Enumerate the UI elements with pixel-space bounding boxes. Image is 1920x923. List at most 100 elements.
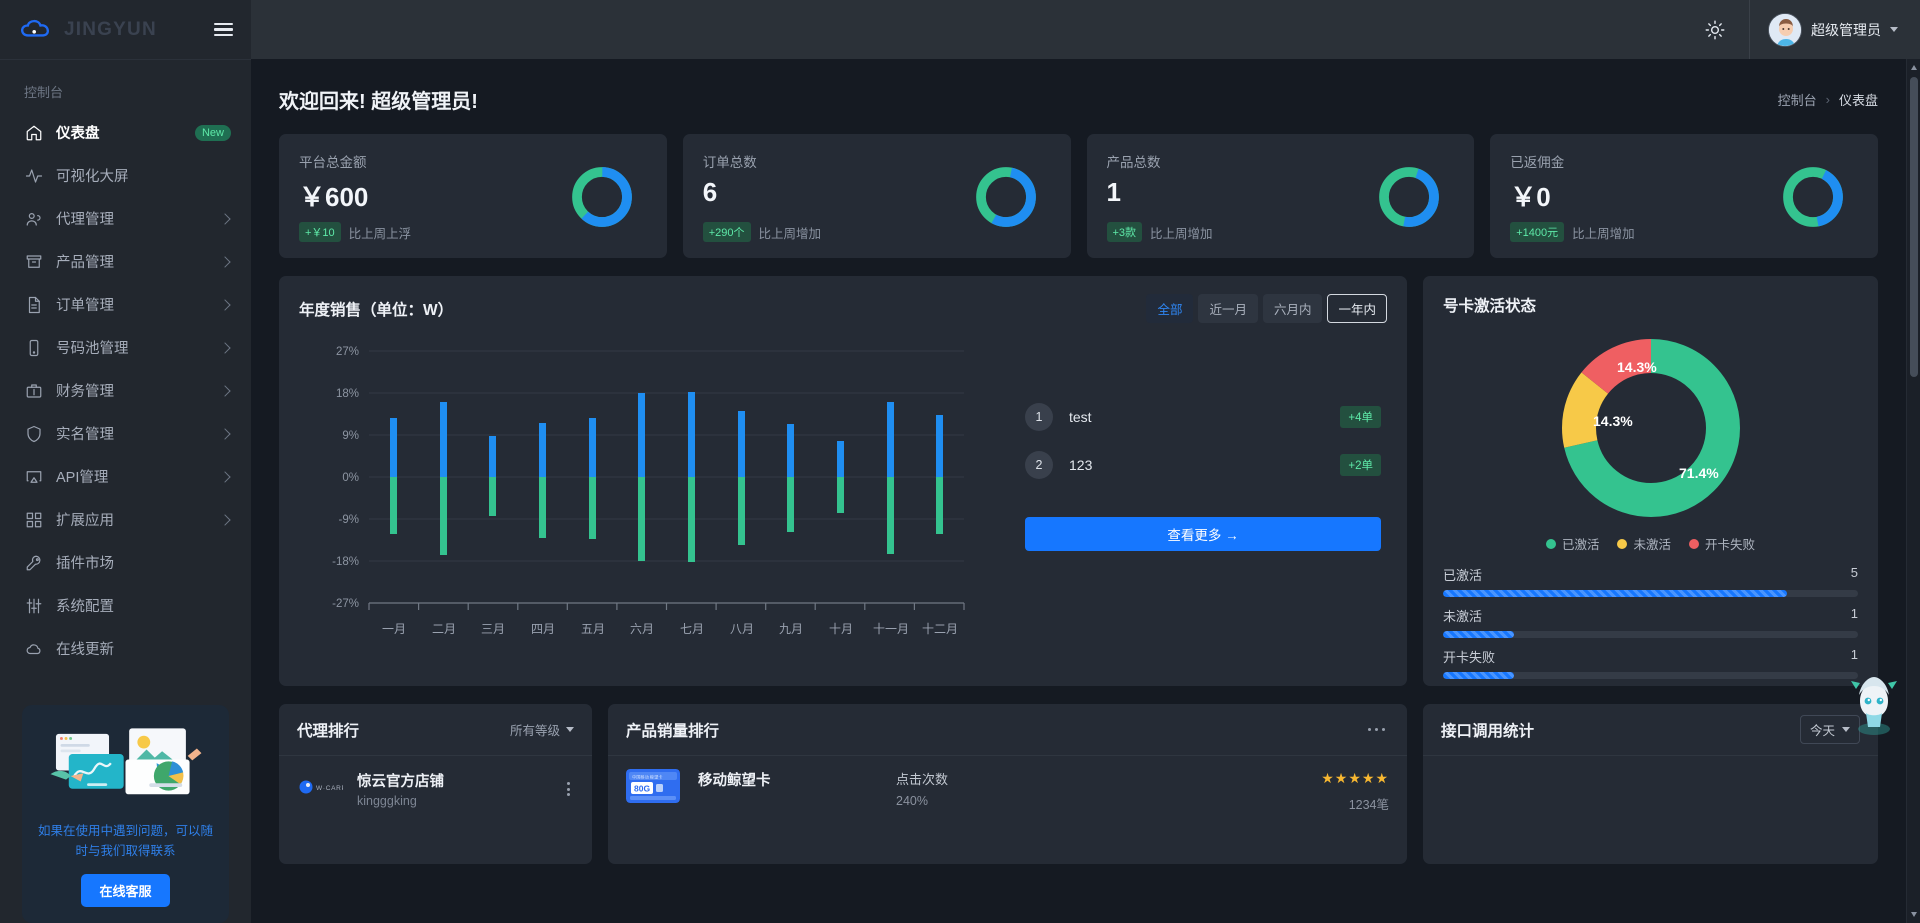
sidebar-item-product-management[interactable]: 产品管理 xyxy=(0,240,251,283)
stat-cards: 平台总金额 ￥600 +￥10 比上周上浮 订单总数 6 +290个 比上周增加… xyxy=(279,134,1878,258)
legend-item-activated[interactable]: 已激活 xyxy=(1545,534,1600,553)
svg-text:27%: 27% xyxy=(336,346,359,358)
panel-title: 号卡激活状态 xyxy=(1443,298,1537,315)
user-name: 超级管理员 xyxy=(1811,21,1881,38)
progress-count: 5 xyxy=(1850,565,1858,580)
rank-number: 1 xyxy=(1025,403,1053,431)
grid-icon xyxy=(24,510,43,529)
brand-logo-icon xyxy=(21,19,49,37)
svg-text:九月: 九月 xyxy=(779,622,803,636)
agent-level-filter[interactable]: 所有等级 xyxy=(510,720,574,739)
sidebar-item-plugin-market[interactable]: 插件市场 xyxy=(0,541,251,584)
more-options-icon[interactable] xyxy=(1364,724,1390,736)
panel-title: 代理排行 xyxy=(297,722,360,740)
stat-value: ￥600 xyxy=(299,182,369,212)
online-support-button[interactable]: 在线客服 xyxy=(81,874,170,907)
scrollbar-thumb[interactable] xyxy=(1910,77,1918,377)
sidebar-item-order-management[interactable]: 订单管理 xyxy=(0,283,251,326)
stat-note: 比上周增加 xyxy=(1572,226,1635,241)
logo-row: JINGYUN xyxy=(0,0,251,60)
sidebar-collapse-button[interactable] xyxy=(214,22,233,37)
chevron-right-icon xyxy=(219,513,231,526)
stat-note: 比上周上浮 xyxy=(348,226,412,241)
annual-sales-bar-chart: 27% 18% 9% 0% -9% -18% -27% 一月 二月 三月 四月 … xyxy=(299,333,999,685)
panel-title: 产品销量排行 xyxy=(626,722,720,740)
progress-track xyxy=(1443,672,1858,679)
mascot-assistant-icon[interactable] xyxy=(1846,667,1902,737)
progress-fill xyxy=(1443,631,1514,638)
legend-label: 已激活 xyxy=(1561,538,1600,552)
sidebar-item-api[interactable]: API管理 xyxy=(0,455,251,498)
stat-note: 比上周增加 xyxy=(758,226,822,241)
sidebar-item-label: 产品管理 xyxy=(56,255,114,271)
panel-title: 接口调用统计 xyxy=(1441,722,1535,740)
segment-all[interactable]: 全部 xyxy=(1146,294,1194,323)
activation-progress-list: 已激活 5 未激活 1 开卡失败 1 xyxy=(1443,565,1858,679)
rank-number: 2 xyxy=(1025,451,1053,479)
view-more-button[interactable]: 查看更多 → xyxy=(1025,517,1381,551)
sidebar-item-agent-management[interactable]: 代理管理 xyxy=(0,197,251,240)
breadcrumb-current: 仪表盘 xyxy=(1838,93,1878,108)
sidebar-item-label: 代理管理 xyxy=(56,212,114,228)
sidebar-item-number-pool[interactable]: 号码池管理 xyxy=(0,326,251,369)
list-item[interactable]: 2 123 +2单 xyxy=(1025,441,1381,489)
scroll-down-icon[interactable] xyxy=(1911,912,1917,917)
legend-item-inactive[interactable]: 未激活 xyxy=(1617,534,1671,553)
sidebar-item-online-update[interactable]: 在线更新 xyxy=(0,627,251,670)
progress-row-failed: 开卡失败 1 xyxy=(1443,647,1858,679)
product-stat-percent: 240% xyxy=(896,794,928,808)
cloud-icon xyxy=(24,639,43,658)
segment-one-year[interactable]: 一年内 xyxy=(1327,294,1387,323)
sidebar-item-visual-screen[interactable]: 可视化大屏 xyxy=(0,154,251,197)
slice-label-inactive: 14.3% xyxy=(1593,413,1633,429)
product-sales-rank-panel: 产品销量排行 中国移动 鲸望卡 80G 移动鲸望卡 点击次数 ★★★★★ 240… xyxy=(608,704,1407,864)
home-icon xyxy=(24,123,43,142)
sidebar-item-label: 仪表盘 xyxy=(56,126,100,142)
chevron-right-icon xyxy=(219,427,231,440)
chevron-down-icon xyxy=(1890,27,1898,32)
stat-label: 已返佣金 xyxy=(1510,155,1565,170)
rank-name: 123 xyxy=(1069,457,1093,473)
segment-six-months[interactable]: 六月内 xyxy=(1262,294,1323,323)
list-item[interactable]: 中国移动 鲸望卡 80G 移动鲸望卡 点击次数 ★★★★★ 240% 1234笔 xyxy=(608,756,1407,813)
sidebar-item-dashboard[interactable]: 仪表盘 New xyxy=(0,111,251,154)
support-promo-card: 如果在使用中遇到问题，可以随时与我们取得联系 在线客服 xyxy=(22,704,229,923)
sidebar-item-system-config[interactable]: 系统配置 xyxy=(0,584,251,627)
list-item[interactable]: W·CARP 惊云官方店铺 kingggking xyxy=(279,756,592,808)
scroll-up-icon[interactable] xyxy=(1911,65,1917,70)
product-thumbnail: 中国移动 鲸望卡 80G xyxy=(626,769,680,803)
sidebar-item-label: 号码池管理 xyxy=(56,341,129,357)
sidebar-item-label: 系统配置 xyxy=(56,599,114,615)
api-range-label: 今天 xyxy=(1809,724,1835,738)
stat-value: 6 xyxy=(702,177,718,207)
stat-note: 比上周增加 xyxy=(1150,226,1213,241)
dashboard-content: 欢迎回来! 超级管理员! 控制台 › 仪表盘 平台总金额 ￥600 +￥10 比… xyxy=(251,59,1906,864)
sidebar-item-finance[interactable]: 财务管理 xyxy=(0,369,251,412)
sidebar-item-label: API管理 xyxy=(56,470,109,486)
sidebar: JINGYUN 控制台 仪表盘 New 可视化大屏 代理管理 产品管理 订单管理… xyxy=(0,0,251,923)
more-options-icon[interactable] xyxy=(563,778,574,800)
breadcrumb: 控制台 › 仪表盘 xyxy=(1778,90,1878,109)
filter-label: 所有等级 xyxy=(509,724,560,738)
card-activation-panel: 号卡激活状态 71.4% 14.3% 14.3% 已激活 未激活 开卡失败 已激… xyxy=(1423,276,1878,686)
sidebar-item-realname[interactable]: 实名管理 xyxy=(0,412,251,455)
svg-text:一月: 一月 xyxy=(382,622,406,636)
product-stat-label: 点击次数 xyxy=(896,772,949,787)
user-menu-button[interactable]: 超级管理员 xyxy=(1749,0,1920,59)
svg-text:18%: 18% xyxy=(336,388,359,400)
breadcrumb-root[interactable]: 控制台 xyxy=(1778,90,1817,109)
sun-icon xyxy=(1705,20,1725,39)
list-item[interactable]: 1 test +4单 xyxy=(1025,393,1381,441)
sidebar-item-extensions[interactable]: 扩展应用 xyxy=(0,498,251,541)
wrench-icon xyxy=(24,553,43,572)
sidebar-item-label: 扩展应用 xyxy=(56,513,114,529)
segment-last-month[interactable]: 近一月 xyxy=(1198,294,1258,323)
stat-donut-chart xyxy=(1783,166,1843,227)
stat-donut-chart xyxy=(975,166,1036,227)
theme-toggle-button[interactable] xyxy=(1695,10,1735,50)
svg-text:四月: 四月 xyxy=(531,622,555,636)
legend-item-failed[interactable]: 开卡失败 xyxy=(1689,534,1755,553)
vertical-scrollbar[interactable] xyxy=(1906,59,1920,923)
chevron-right-icon xyxy=(219,212,231,225)
product-stat-count: 1234笔 xyxy=(1348,798,1389,812)
